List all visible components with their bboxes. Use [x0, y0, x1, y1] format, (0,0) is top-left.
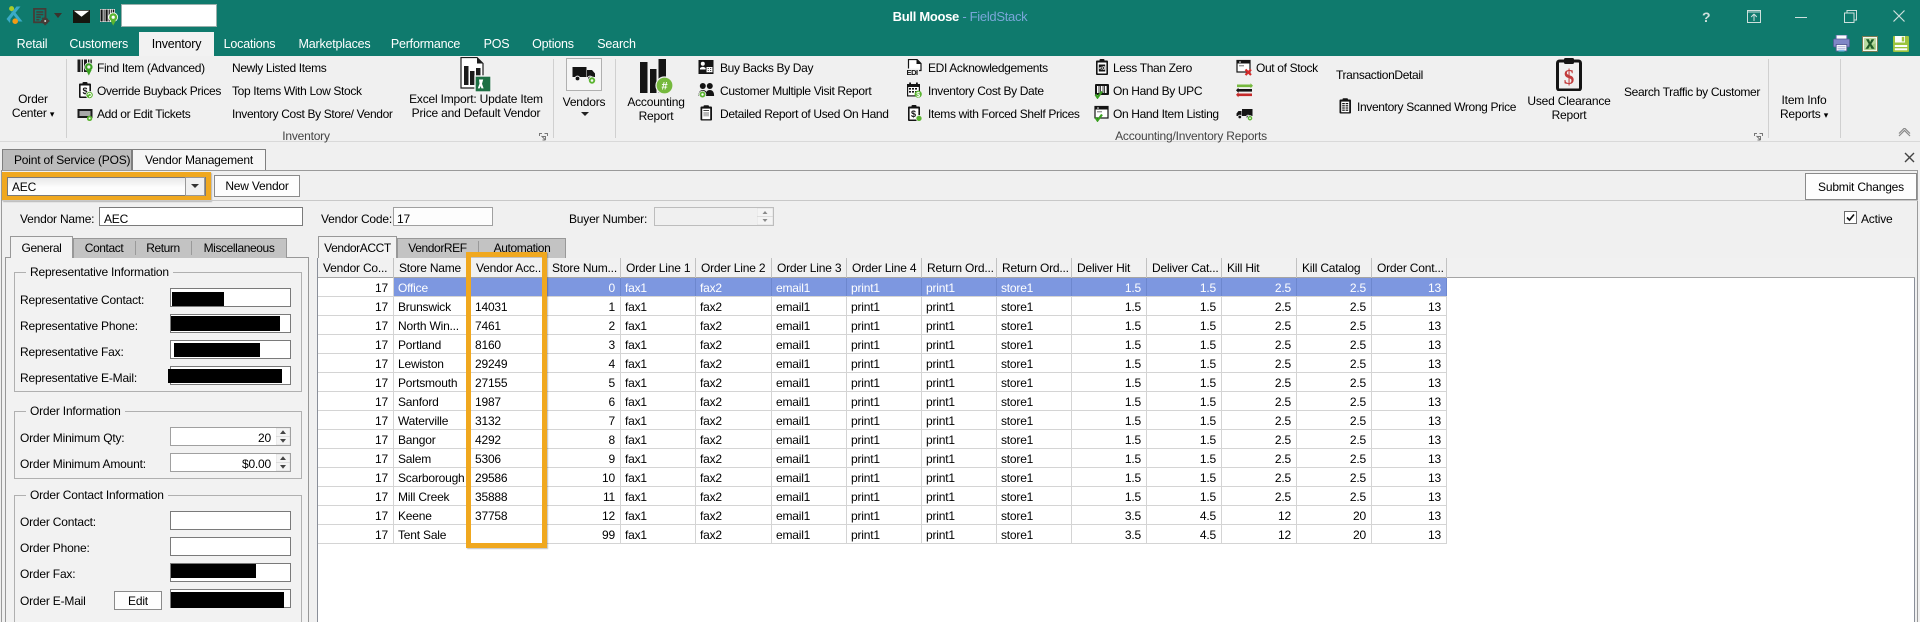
svg-text:$: $ — [1564, 65, 1575, 89]
svg-text:$: $ — [911, 109, 916, 119]
svg-text:<0: <0 — [1099, 66, 1105, 72]
svg-text:$: $ — [916, 92, 920, 99]
svg-text:EDI: EDI — [907, 68, 919, 76]
svg-text:#: # — [661, 81, 667, 93]
